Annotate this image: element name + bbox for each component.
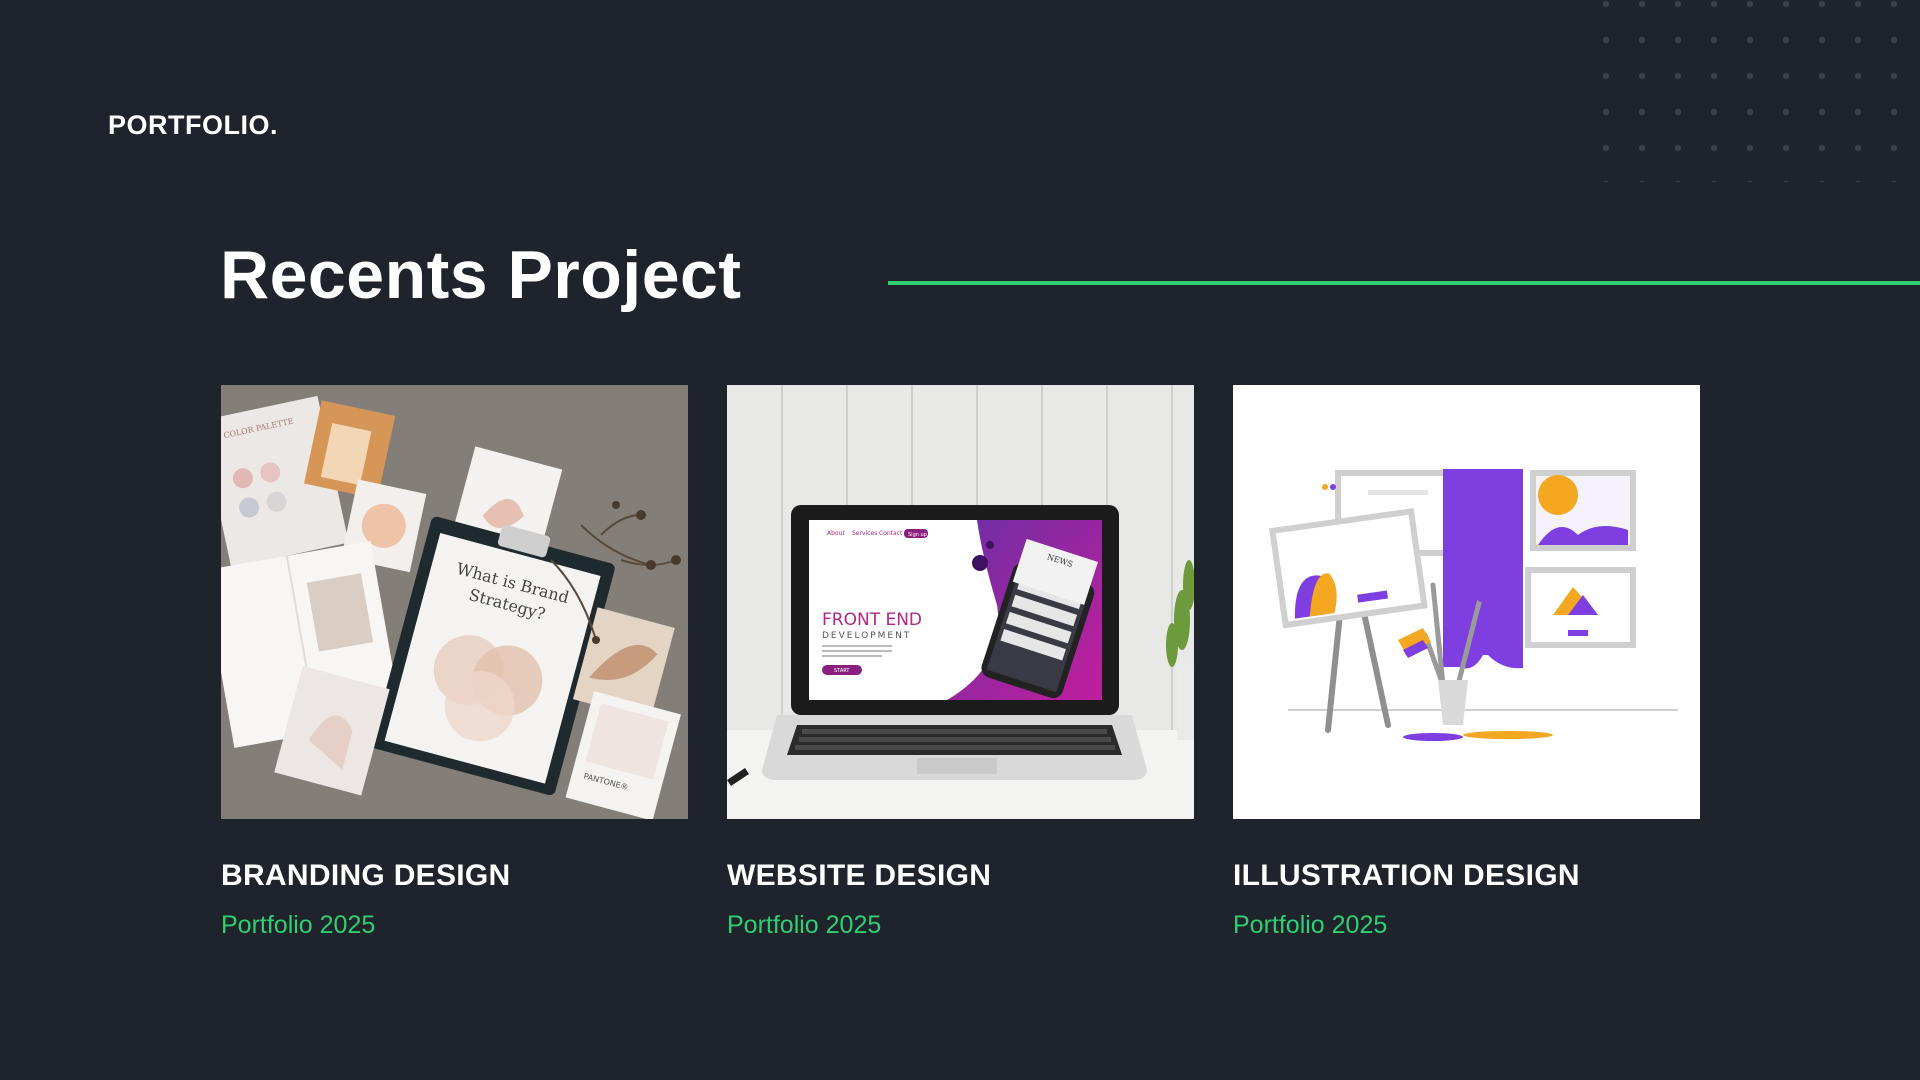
branding-mockup-image[interactable]: COLOR PALETTE What is Brand Strategy? PA… <box>221 385 688 819</box>
site-nav-signup: Sign up <box>908 532 927 538</box>
site-nav-about: About <box>827 530 845 537</box>
decorative-dot-grid <box>1584 0 1920 182</box>
site-start-button: START <box>834 668 850 674</box>
site-nav-services: Services <box>852 530 877 537</box>
project-title[interactable]: ILLUSTRATION DESIGN <box>1233 859 1700 893</box>
project-card-branding[interactable]: COLOR PALETTE What is Brand Strategy? PA… <box>221 385 688 940</box>
title-divider-line <box>888 281 1920 285</box>
portfolio-logo[interactable]: PORTFOLIO. <box>108 110 278 141</box>
project-subtitle: Portfolio 2025 <box>727 911 882 939</box>
project-card-website[interactable]: About Services Contact Sign up FRONT END… <box>727 385 1194 940</box>
project-title[interactable]: BRANDING DESIGN <box>221 859 688 893</box>
section-title: Recents Project <box>220 237 742 313</box>
site-nav-contact: Contact <box>879 530 903 537</box>
project-card-illustration[interactable]: ILLUSTRATION DESIGN Portfolio 2025 <box>1233 385 1700 940</box>
art-studio-illustration[interactable] <box>1233 385 1700 819</box>
laptop-website-image[interactable]: About Services Contact Sign up FRONT END… <box>727 385 1194 819</box>
project-title[interactable]: WEBSITE DESIGN <box>727 859 1194 893</box>
site-headline-line2: DEVELOPMENT <box>822 631 911 641</box>
project-subtitle: Portfolio 2025 <box>221 911 376 939</box>
project-subtitle: Portfolio 2025 <box>1233 911 1388 939</box>
site-headline-line1: FRONT END <box>822 610 922 630</box>
